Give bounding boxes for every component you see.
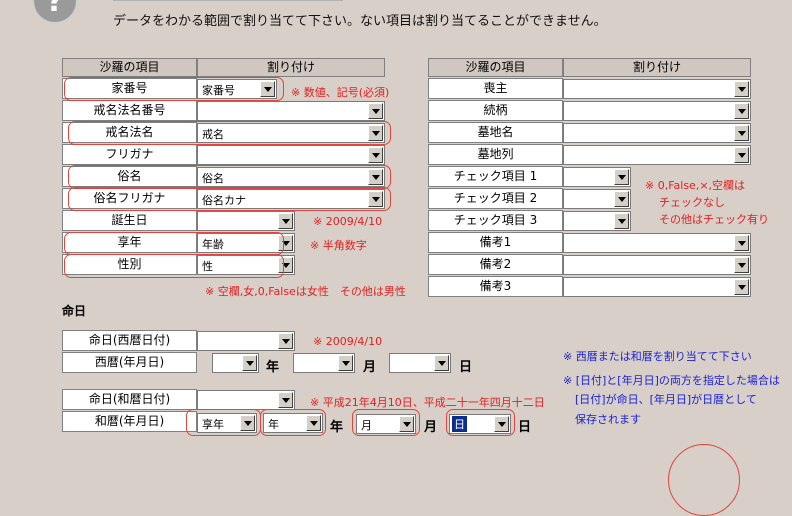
combo-biko-1[interactable] bbox=[563, 233, 751, 253]
chevron-down-icon[interactable] bbox=[338, 355, 353, 371]
label-biko-3: 備考3 bbox=[428, 276, 563, 297]
label-furigana: フリガナ bbox=[62, 144, 197, 165]
combo-seireki-month[interactable] bbox=[293, 353, 355, 373]
instruction-text: データをわかる範囲で割り当てて下さい。ない項目は割り当てることができません。 bbox=[113, 14, 607, 29]
section-meinichi: 命日 bbox=[62, 304, 87, 318]
title-bar-fragment bbox=[113, 0, 343, 1]
chevron-down-icon[interactable] bbox=[278, 333, 293, 349]
chevron-down-icon[interactable] bbox=[734, 257, 749, 273]
unit-day: 日 bbox=[459, 360, 473, 375]
label-seireki-ymd: 西暦(年月日) bbox=[62, 352, 197, 373]
chevron-down-icon[interactable] bbox=[368, 103, 383, 119]
left-header-item: 沙羅の項目 bbox=[62, 58, 197, 77]
chevron-down-icon[interactable] bbox=[734, 103, 749, 119]
label-biko-1: 備考1 bbox=[428, 232, 563, 253]
highlight-seibetsu bbox=[64, 254, 284, 278]
label-meinichi-seireki: 命日(西暦日付) bbox=[62, 330, 197, 351]
label-check-2: チェック項目 2 bbox=[428, 188, 563, 209]
combo-moshu[interactable] bbox=[563, 79, 751, 99]
blue-note-4: 保存されます bbox=[575, 413, 641, 426]
chevron-down-icon[interactable] bbox=[614, 191, 629, 207]
label-meinichi-wareki: 命日(和暦日付) bbox=[62, 389, 197, 410]
combo-furigana[interactable] bbox=[197, 145, 385, 165]
highlight-circle bbox=[668, 444, 740, 516]
highlight-zokumyo bbox=[68, 165, 391, 189]
unit-year: 年 bbox=[266, 360, 280, 375]
combo-zokugara[interactable] bbox=[563, 101, 751, 121]
note-check-2: チェックなし bbox=[659, 196, 725, 209]
label-check-1: チェック項目 1 bbox=[428, 166, 563, 187]
label-kaimyo-bango: 戒名法名番号 bbox=[62, 100, 197, 121]
combo-birthday[interactable] bbox=[197, 211, 295, 231]
left-header-assign: 割り付け bbox=[197, 58, 385, 77]
chevron-down-icon[interactable] bbox=[434, 355, 449, 371]
chevron-down-icon[interactable] bbox=[242, 355, 257, 371]
chevron-down-icon[interactable] bbox=[734, 147, 749, 163]
combo-seireki-year[interactable] bbox=[212, 353, 259, 373]
chevron-down-icon[interactable] bbox=[734, 81, 749, 97]
highlight-wareki-day bbox=[446, 409, 515, 436]
chevron-down-icon[interactable] bbox=[734, 235, 749, 251]
note-check-3: その他はチェック有り bbox=[659, 213, 769, 226]
help-question-icon: ? bbox=[32, 0, 78, 24]
highlight-wareki-year bbox=[260, 409, 326, 436]
chevron-down-icon[interactable] bbox=[614, 213, 629, 229]
highlight-ie-bango bbox=[64, 77, 284, 101]
chevron-down-icon[interactable] bbox=[614, 169, 629, 185]
chevron-down-icon[interactable] bbox=[278, 392, 293, 408]
label-biko-2: 備考2 bbox=[428, 254, 563, 275]
combo-biko-2[interactable] bbox=[563, 255, 751, 275]
label-bochimei: 墓地名 bbox=[428, 122, 563, 143]
combo-bochiretsu[interactable] bbox=[563, 145, 751, 165]
note-ie-bango: ※ 数値、記号(必須) bbox=[291, 86, 390, 99]
combo-meinichi-seireki[interactable] bbox=[197, 331, 295, 351]
unit-day: 日 bbox=[518, 420, 532, 435]
blue-note-2: ※ [日付]と[年月日]の両方を指定した場合は bbox=[563, 374, 780, 387]
combo-biko-3[interactable] bbox=[563, 277, 751, 297]
combo-check-3[interactable] bbox=[563, 211, 631, 231]
highlight-kaimyo bbox=[68, 121, 391, 145]
blue-note-1: ※ 西暦または和暦を割り当てて下さい bbox=[563, 350, 752, 363]
label-moshu: 喪主 bbox=[428, 78, 563, 99]
highlight-wareki-month bbox=[352, 409, 420, 436]
right-header-item: 沙羅の項目 bbox=[428, 58, 563, 77]
label-check-3: チェック項目 3 bbox=[428, 210, 563, 231]
note-meinichi-wareki: ※ 平成21年4月10日、平成二十一年四月十二日 bbox=[310, 396, 545, 409]
note-kyonen: ※ 半角数字 bbox=[310, 239, 367, 252]
highlight-kyonen bbox=[64, 232, 284, 255]
blue-note-3: [日付]が命日、[年月日]が日暦として bbox=[575, 393, 757, 406]
note-seibetsu: ※ 空欄,女,0,Falseは女性 その他は男性 bbox=[205, 285, 406, 298]
combo-seireki-day[interactable] bbox=[389, 353, 451, 373]
highlight-zokumyo-furigana bbox=[68, 187, 391, 211]
note-birthday: ※ 2009/4/10 bbox=[313, 215, 383, 228]
chevron-down-icon[interactable] bbox=[734, 279, 749, 295]
combo-meinichi-wareki[interactable] bbox=[197, 390, 295, 410]
chevron-down-icon[interactable] bbox=[734, 125, 749, 141]
label-birthday: 誕生日 bbox=[62, 210, 197, 231]
unit-month: 月 bbox=[363, 360, 377, 375]
note-meinichi-seireki: ※ 2009/4/10 bbox=[313, 335, 383, 348]
highlight-wareki-era bbox=[186, 409, 261, 436]
label-bochiretsu: 墓地列 bbox=[428, 144, 563, 165]
combo-kaimyo-bango[interactable] bbox=[197, 101, 385, 121]
unit-month: 月 bbox=[424, 420, 438, 435]
combo-check-2[interactable] bbox=[563, 189, 631, 209]
right-header-assign: 割り付け bbox=[563, 58, 751, 77]
unit-year: 年 bbox=[330, 420, 344, 435]
label-wareki-ymd: 和暦(年月日) bbox=[62, 411, 197, 432]
note-check-1: ※ 0,False,×,空欄は bbox=[645, 179, 746, 192]
chevron-down-icon[interactable] bbox=[368, 147, 383, 163]
chevron-down-icon[interactable] bbox=[278, 213, 293, 229]
combo-bochimei[interactable] bbox=[563, 123, 751, 143]
label-zokugara: 続柄 bbox=[428, 100, 563, 121]
combo-check-1[interactable] bbox=[563, 167, 631, 187]
